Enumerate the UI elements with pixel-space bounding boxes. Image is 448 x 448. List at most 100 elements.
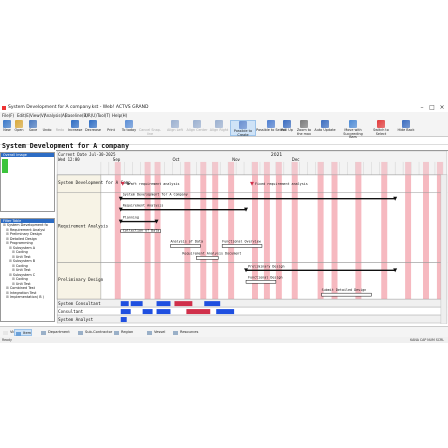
toolbar-auto-update-button[interactable]: Auto Update	[313, 120, 337, 136]
resource-block[interactable]	[120, 309, 131, 315]
tree-item-label: Detailed Design	[9, 236, 37, 241]
resource-block[interactable]	[156, 309, 171, 315]
vertical-scrollbar[interactable]	[440, 174, 448, 324]
bar-label: Submit Detailed Design	[322, 288, 367, 292]
holiday-header	[317, 161, 324, 175]
menu-help[interactable]: Help(H)	[112, 112, 127, 119]
tab-label: Resources	[180, 330, 199, 334]
tree-item-label: Unit Test	[15, 254, 31, 259]
toolbar-label: Switch to Select	[373, 128, 389, 136]
menu-file[interactable]: File(F)	[2, 112, 14, 119]
new-file-icon	[3, 120, 11, 128]
bottom-tab-department[interactable]: Department	[40, 329, 70, 336]
holiday-header	[381, 161, 388, 175]
toolbar-label: Cancel Snap-line	[138, 128, 162, 136]
holiday-stripe	[405, 174, 412, 300]
maximize-button[interactable]: □	[427, 104, 437, 112]
toolbar-switch-select-button[interactable]: Switch to Select	[368, 120, 394, 136]
holiday-header	[275, 161, 282, 175]
tree-item[interactable]: ⊞ Implementation( B )	[6, 295, 44, 300]
tree-item-label: Coding	[15, 263, 28, 268]
bottom-tab-sub-contractor[interactable]: Sub-Contractor	[77, 329, 112, 336]
minimize-button[interactable]: –	[417, 104, 427, 112]
close-button[interactable]: ×	[437, 104, 447, 112]
toolbar-increase-button[interactable]: Increase	[68, 120, 82, 136]
overview-viewport[interactable]	[2, 159, 8, 173]
toolbar-open-folder-button[interactable]: Open	[14, 120, 24, 136]
possible-create-icon	[239, 121, 247, 129]
resource-block[interactable]	[130, 301, 143, 307]
tab-label: Region	[121, 330, 134, 334]
task-box[interactable]	[245, 280, 277, 284]
bottom-tab-resources[interactable]: Resources	[172, 329, 198, 336]
task-box[interactable]	[321, 292, 372, 297]
menu-edit[interactable]: Edit(E)	[17, 112, 30, 119]
menu-analysis[interactable]: Analysis(A)	[44, 112, 66, 119]
menu-tool[interactable]: Tool(T)	[97, 112, 110, 119]
month-label: Dec	[292, 157, 300, 162]
toolbar-roll-up-button[interactable]: Roll Up	[280, 120, 294, 136]
row-label: Preliminary Design	[58, 277, 104, 282]
bottom-tab-region[interactable]: Region	[113, 329, 133, 336]
tab-icon	[78, 330, 83, 335]
holiday-stripe	[275, 174, 282, 300]
toolbar-undo-button[interactable]: Undo	[42, 120, 52, 136]
resource-block[interactable]	[186, 309, 211, 315]
year-label: 2021	[271, 152, 283, 158]
resource-label: System Consultant	[58, 301, 101, 306]
resource-block[interactable]	[120, 301, 129, 307]
toolbar-new-file-button[interactable]: New	[2, 120, 12, 136]
tab-icon	[3, 330, 8, 335]
resource-block[interactable]	[156, 301, 171, 307]
bottom-tab-vessel[interactable]: Vessel	[146, 329, 165, 336]
tree-item-label: Unit Test	[15, 268, 31, 272]
holiday-header	[228, 161, 235, 175]
redo-icon	[56, 120, 64, 128]
current-time-label: Wed 12:00	[58, 157, 80, 162]
task-box[interactable]	[170, 244, 201, 248]
resource-block[interactable]	[174, 301, 193, 307]
toolbar-align-center-button[interactable]: Align Center	[186, 120, 208, 136]
toolbar-redo-button[interactable]: Redo	[55, 120, 65, 136]
toolbar-align-right-button[interactable]: Align Right	[208, 120, 230, 136]
toolbar-save-button[interactable]: Save	[28, 120, 38, 136]
resource-block[interactable]	[216, 309, 235, 315]
holiday-stripe	[331, 174, 338, 300]
toolbar-label: Print	[107, 128, 115, 132]
toolbar-print-button[interactable]: Print	[104, 120, 118, 136]
month-label: Sep	[113, 157, 121, 162]
roll-up-icon	[283, 120, 291, 128]
toolbar-zoom-max-button[interactable]: Zoom to the max	[296, 120, 312, 136]
undo-icon	[43, 120, 51, 128]
tab-icon	[114, 330, 119, 335]
overview-panel[interactable]: Overall Image	[0, 152, 55, 212]
bar-label: Requirement Analysis	[123, 204, 164, 208]
bottom-tab-item[interactable]: Item	[14, 329, 33, 336]
resource-block[interactable]	[204, 301, 221, 307]
toolbar-label: To today	[121, 128, 137, 132]
toolbar-hide-back-button[interactable]: Hide Back	[396, 120, 416, 136]
bottom-tab-bar: ViewItemDepartmentSub-ContractorRegionVe…	[0, 326, 448, 337]
holiday-stripe	[114, 174, 121, 300]
month-label: Nov	[232, 157, 240, 162]
toolbar-possible-create-button[interactable]: Possible to Create	[230, 120, 256, 136]
toolbar-align-left-button[interactable]: Align Left	[165, 120, 185, 136]
bar-label: Planning	[123, 216, 139, 220]
resource-block[interactable]	[142, 309, 153, 315]
toolbar-cancel-snap-button[interactable]: Cancel Snap-line	[136, 120, 164, 136]
toolbar-decrease-button[interactable]: Decrease	[84, 120, 102, 136]
resource-block[interactable]	[120, 317, 127, 323]
move-succeeding-icon	[349, 120, 357, 128]
toolbar-label: Increase	[68, 128, 83, 132]
holiday-header	[291, 161, 298, 175]
task-box[interactable]	[221, 244, 263, 248]
task-box[interactable]	[196, 256, 219, 260]
menu-ur[interactable]: UR(U)	[85, 112, 97, 119]
print-icon	[107, 120, 115, 128]
holiday-stripe	[355, 174, 362, 300]
gantt-chart[interactable]: Current Date Jul-30-2025Wed 12:002021Sep…	[56, 150, 448, 324]
switch-select-icon	[377, 120, 385, 128]
bar-label: Preliminary Design	[248, 264, 285, 268]
toolbar-move-succeeding-button[interactable]: Move with Succeeding Bars	[340, 120, 366, 139]
save-icon	[29, 120, 37, 128]
